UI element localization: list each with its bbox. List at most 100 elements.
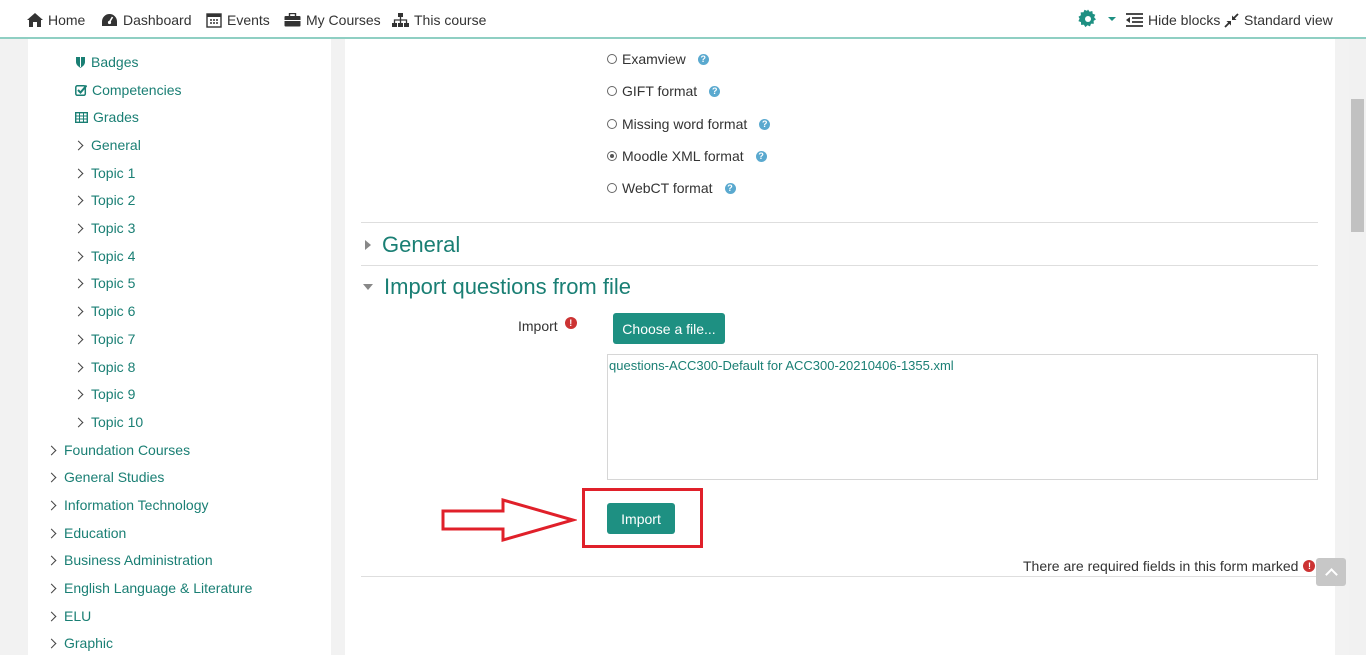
nav-events-label: Events bbox=[227, 12, 270, 28]
nav-events[interactable]: Events bbox=[206, 11, 270, 29]
file-drop-area[interactable]: questions-ACC300-Default for ACC300-2021… bbox=[607, 354, 1318, 480]
help-icon[interactable]: ? bbox=[724, 182, 736, 194]
sidebar-item-topic-8[interactable]: Topic 8 bbox=[73, 358, 136, 376]
sidebar-item-label: Topic 1 bbox=[91, 165, 136, 181]
nav-dashboard[interactable]: Dashboard bbox=[101, 11, 192, 29]
sidebar-item-topic-6[interactable]: Topic 6 bbox=[73, 302, 136, 320]
outdent-icon bbox=[1126, 13, 1143, 27]
chevron-right-icon bbox=[73, 306, 84, 316]
chevron-right-icon bbox=[73, 417, 84, 427]
sidebar-category-label: Graphic bbox=[64, 635, 114, 651]
format-radio[interactable] bbox=[607, 119, 617, 129]
sidebar-category-label: Education bbox=[64, 525, 127, 541]
sidebar-item-label: Topic 2 bbox=[91, 192, 136, 208]
calendar-icon bbox=[206, 13, 222, 28]
back-to-top-button[interactable] bbox=[1316, 558, 1346, 586]
format-option-missing-word[interactable]: Missing word format ? bbox=[607, 115, 771, 133]
chevron-right-icon bbox=[73, 223, 84, 233]
sidebar-item-label: Topic 5 bbox=[91, 275, 136, 291]
chevron-right-icon bbox=[73, 195, 84, 205]
chevron-up-icon bbox=[1324, 567, 1338, 581]
format-option-gift[interactable]: GIFT format ? bbox=[607, 82, 721, 100]
nav-home[interactable]: Home bbox=[27, 11, 85, 29]
chevron-right-icon bbox=[73, 362, 84, 372]
chevron-right-icon bbox=[46, 472, 57, 482]
sidebar-item-topic-10[interactable]: Topic 10 bbox=[73, 413, 143, 431]
shield-icon bbox=[76, 57, 85, 68]
format-radio[interactable] bbox=[607, 86, 617, 96]
sidebar-item-label: General bbox=[91, 137, 141, 153]
sidebar-category-education[interactable]: Education bbox=[46, 524, 127, 542]
sidebar-item-topic-5[interactable]: Topic 5 bbox=[73, 274, 136, 292]
expanded-arrow-icon bbox=[363, 284, 373, 290]
chevron-right-icon bbox=[46, 583, 57, 593]
format-option-webct[interactable]: WebCT format ? bbox=[607, 179, 736, 197]
format-option-examview[interactable]: Examview ? bbox=[607, 50, 709, 68]
help-icon[interactable]: ? bbox=[697, 53, 709, 65]
nav-this-course[interactable]: This course bbox=[392, 11, 486, 29]
sidebar-category-english[interactable]: English Language & Literature bbox=[46, 579, 253, 597]
sidebar-item-general[interactable]: General bbox=[73, 136, 141, 154]
sidebar-category-foundation-courses[interactable]: Foundation Courses bbox=[46, 441, 190, 459]
import-button[interactable]: Import bbox=[607, 503, 675, 534]
format-radio-selected[interactable] bbox=[607, 151, 617, 161]
selected-filename[interactable]: questions-ACC300-Default for ACC300-2021… bbox=[609, 358, 954, 373]
section-general-title: General bbox=[382, 232, 461, 257]
format-radio[interactable] bbox=[607, 54, 617, 64]
sidebar-category-business-administration[interactable]: Business Administration bbox=[46, 551, 213, 569]
gear-icon bbox=[1078, 9, 1096, 28]
sidebar-item-label: Topic 4 bbox=[91, 248, 136, 264]
sidebar-item-topic-3[interactable]: Topic 3 bbox=[73, 219, 136, 237]
format-radio[interactable] bbox=[607, 183, 617, 193]
sidebar-category-graphic[interactable]: Graphic bbox=[46, 634, 114, 652]
format-label: GIFT format bbox=[622, 83, 698, 99]
scrollbar-thumb[interactable] bbox=[1351, 99, 1364, 232]
chevron-right-icon bbox=[73, 334, 84, 344]
standard-view-button[interactable]: Standard view bbox=[1224, 11, 1333, 29]
sidebar-item-topic-4[interactable]: Topic 4 bbox=[73, 247, 136, 265]
chevron-right-icon bbox=[46, 611, 57, 621]
choose-file-button[interactable]: Choose a file... bbox=[613, 313, 725, 344]
nav-my-courses[interactable]: My Courses bbox=[284, 11, 381, 29]
sidebar-item-topic-7[interactable]: Topic 7 bbox=[73, 330, 136, 348]
sidebar-category-elu[interactable]: ELU bbox=[46, 607, 92, 625]
sidebar-item-label: Topic 6 bbox=[91, 303, 136, 319]
sidebar-category-label: ELU bbox=[64, 608, 92, 624]
sidebar-category-label: Business Administration bbox=[64, 552, 213, 568]
chevron-right-icon bbox=[46, 555, 57, 565]
nav-this-course-label: This course bbox=[414, 12, 487, 28]
format-label: Examview bbox=[622, 51, 686, 67]
format-label: WebCT format bbox=[622, 180, 713, 196]
help-icon[interactable]: ? bbox=[755, 150, 767, 162]
annotation-arrow bbox=[441, 498, 577, 542]
divider bbox=[361, 576, 1318, 577]
chevron-right-icon bbox=[73, 389, 84, 399]
sidebar-item-topic-1[interactable]: Topic 1 bbox=[73, 164, 136, 182]
sitemap-icon bbox=[392, 12, 409, 27]
required-fields-note: There are required fields in this form m… bbox=[1023, 558, 1316, 574]
sidebar-item-topic-2[interactable]: Topic 2 bbox=[73, 191, 136, 209]
chevron-down-icon bbox=[1108, 17, 1116, 21]
format-option-moodle-xml[interactable]: Moodle XML format ? bbox=[607, 147, 767, 165]
compress-icon bbox=[1224, 12, 1239, 28]
sidebar-item-label: Topic 8 bbox=[91, 359, 136, 375]
sidebar-category-general-studies[interactable]: General Studies bbox=[46, 468, 164, 486]
sidebar-item-label: Topic 7 bbox=[91, 331, 136, 347]
help-icon[interactable]: ? bbox=[759, 118, 771, 130]
sidebar-item-topic-9[interactable]: Topic 9 bbox=[73, 385, 135, 403]
sidebar-item-grades[interactable]: Grades bbox=[75, 108, 139, 126]
format-label: Moodle XML format bbox=[622, 148, 744, 164]
import-form: Examview ? GIFT format ? Missing word fo… bbox=[345, 39, 1346, 655]
section-import-header[interactable]: Import questions from file bbox=[361, 274, 631, 300]
help-icon[interactable]: ? bbox=[709, 85, 721, 97]
sidebar-item-label: Topic 3 bbox=[91, 220, 136, 236]
hide-blocks-button[interactable]: Hide blocks bbox=[1126, 11, 1220, 29]
sidebar-item-badges[interactable]: Badges bbox=[75, 53, 138, 71]
navigation-sidebar: Badges Competencies Grades General Topic… bbox=[28, 39, 331, 655]
section-general-header[interactable]: General bbox=[361, 232, 460, 258]
sidebar-item-competencies[interactable]: Competencies bbox=[75, 81, 182, 99]
divider bbox=[361, 265, 1318, 266]
sidebar-category-information-technology[interactable]: Information Technology bbox=[46, 496, 209, 514]
sidebar-category-label: English Language & Literature bbox=[64, 580, 253, 596]
settings-menu[interactable] bbox=[1078, 9, 1116, 28]
